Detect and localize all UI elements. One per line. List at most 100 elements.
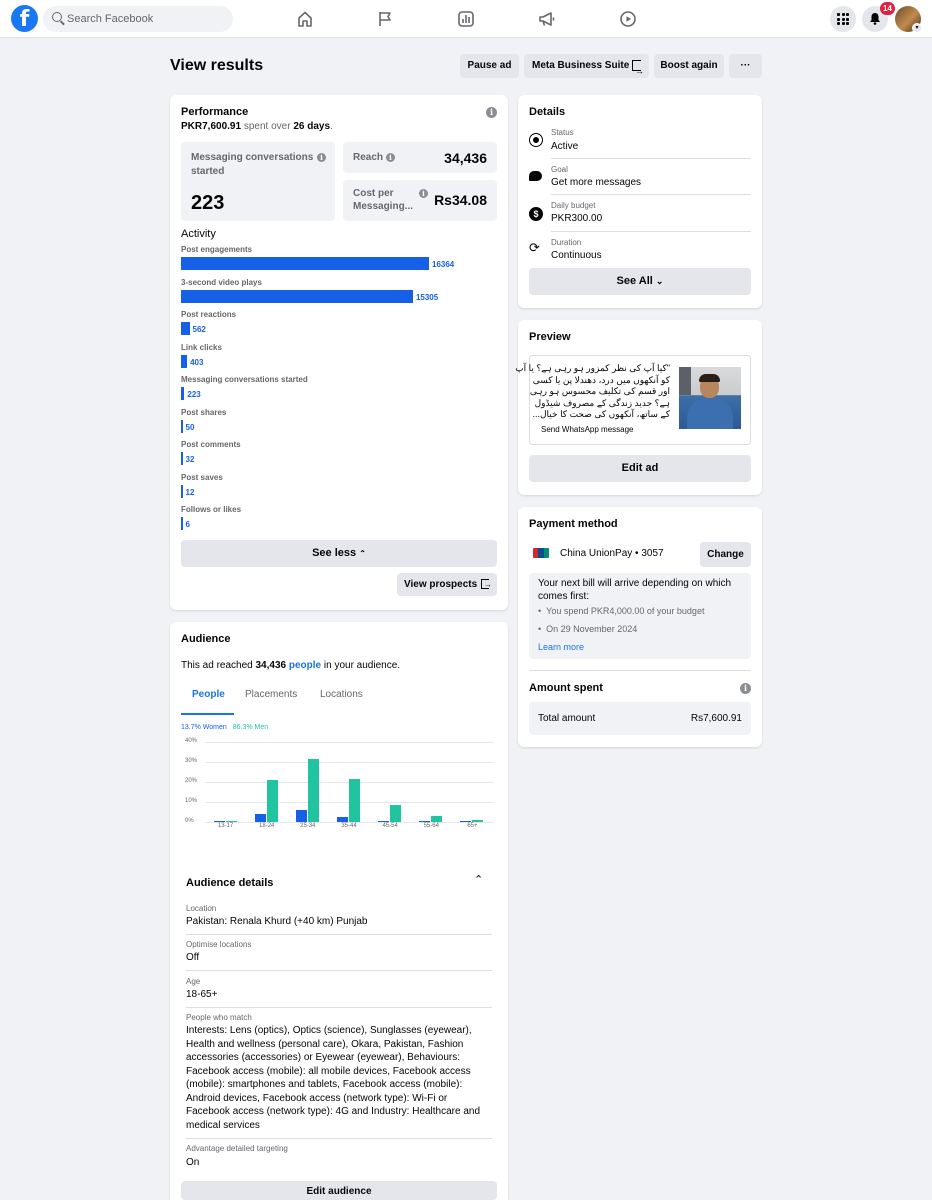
see-all-button[interactable]: See All ⌄ — [529, 268, 751, 295]
facebook-logo-icon[interactable]: f — [11, 5, 38, 32]
chart-bar-men[interactable] — [349, 779, 360, 822]
video-icon[interactable] — [618, 9, 638, 29]
activity-value: 50 — [185, 422, 195, 432]
activity-value: 15305 — [415, 292, 439, 302]
edit-ad-button[interactable]: Edit ad — [529, 455, 751, 482]
preview-title: Preview — [529, 331, 571, 343]
people-who-match-value: Interests: Lens (optics), Optics (scienc… — [186, 1025, 481, 1131]
top-navigation-bar: f 14 ▾ — [0, 0, 932, 38]
bell-icon — [870, 13, 880, 25]
chart-bar-men[interactable] — [266, 780, 278, 822]
x-tick-label: 25-34 — [300, 823, 316, 829]
reach-value: 34,436 — [444, 150, 487, 166]
chevron-down-icon[interactable]: ▾ — [912, 23, 922, 33]
cost-value: Rs34.08 — [434, 192, 487, 208]
status-value: Active — [551, 141, 579, 152]
menu-grid-button[interactable] — [830, 6, 856, 32]
info-icon[interactable]: i — [386, 153, 395, 162]
chart-bar-women[interactable] — [295, 810, 307, 822]
activity-label: Link clicks — [181, 342, 222, 352]
x-tick-label: 35-44 — [341, 823, 357, 829]
people-link[interactable]: people — [289, 660, 321, 671]
x-tick-label: 55-64 — [423, 823, 439, 829]
pause-ad-button[interactable]: Pause ad — [460, 54, 519, 78]
home-icon[interactable] — [295, 9, 315, 29]
ad-text-line: ہے؟ جدید زندگی کے مصروف شیڈول — [534, 397, 670, 408]
advantage-targeting-label: Advantage detailed targeting — [186, 1144, 288, 1153]
reach-metric[interactable]: Reach i 34,436 — [343, 142, 497, 173]
chart-bar-men[interactable] — [307, 759, 319, 822]
chart-bar-women[interactable] — [213, 821, 225, 822]
page-title: View results — [170, 57, 264, 74]
chart-bar-men[interactable] — [390, 805, 402, 822]
performance-title: Performance — [181, 106, 249, 118]
refresh-icon: ⟳ — [529, 241, 540, 256]
chevron-up-icon: ⌃ — [359, 549, 366, 558]
see-less-button[interactable]: See less ⌃ — [181, 540, 497, 567]
chart-bar-men[interactable] — [225, 821, 237, 822]
change-payment-button[interactable]: Change — [700, 542, 751, 567]
chart-bar-men[interactable] — [472, 820, 484, 822]
x-tick-label: 18-24 — [259, 823, 275, 829]
activity-value: 16364 — [432, 260, 455, 269]
amount-spent-title: Amount spent — [529, 682, 603, 694]
activity-bar — [181, 517, 183, 530]
chart-bar-women[interactable] — [378, 820, 390, 822]
activity-bar — [181, 387, 185, 400]
search-input[interactable] — [67, 11, 227, 27]
tab-people[interactable]: People — [192, 689, 225, 700]
ad-preview-box[interactable]: "کیا آپ کی نظر کمزور ہو رہی ہے؟ یا آپ کو … — [515, 355, 751, 445]
activity-bar — [181, 484, 183, 498]
y-tick-label: 20% — [185, 778, 198, 784]
info-icon[interactable]: i — [317, 153, 326, 162]
search-icon — [52, 12, 62, 22]
chart-bar-women[interactable] — [419, 821, 431, 822]
age-value: 18-65+ — [186, 989, 218, 1000]
menu-grid-icon — [837, 13, 849, 25]
ad-thumbnail-image — [679, 367, 741, 429]
chat-bubble-icon — [529, 171, 542, 181]
megaphone-icon[interactable] — [537, 9, 557, 29]
info-icon[interactable]: i — [486, 107, 497, 118]
chart-bar-women[interactable] — [460, 821, 472, 822]
chart-bar-women[interactable] — [337, 817, 348, 822]
learn-more-link[interactable]: Learn more — [538, 642, 584, 652]
info-icon[interactable]: i — [419, 189, 428, 198]
tab-placements[interactable]: Placements — [245, 689, 297, 700]
chart-bar-men[interactable] — [431, 816, 443, 822]
cost-per-messaging-metric[interactable]: Cost per Messaging... i Rs34.08 — [343, 180, 497, 221]
chevron-down-icon: ⌄ — [655, 276, 664, 286]
search-box[interactable] — [43, 6, 233, 32]
view-prospects-button[interactable]: View prospects → — [397, 573, 497, 596]
dollar-coin-icon: $ — [529, 207, 543, 221]
messaging-metric[interactable]: Messaging conversations started i 223 — [181, 142, 335, 221]
activity-value: 403 — [190, 357, 204, 367]
chart-bar-women[interactable] — [254, 814, 266, 822]
legend-men: 86.3% Men — [232, 724, 269, 731]
chevron-up-icon[interactable]: ⌃ — [474, 873, 483, 886]
ad-text-line: اور قسم کی تکلیف محسوس ہو رہی — [529, 386, 670, 396]
activity-value: 223 — [187, 390, 201, 399]
activity-label: Follows or likes — [181, 505, 242, 514]
edit-audience-button[interactable]: Edit audience — [181, 1181, 497, 1200]
flag-icon[interactable] — [375, 9, 395, 29]
chart-icon[interactable] — [456, 9, 476, 29]
meta-business-suite-button[interactable]: Meta Business Suite → — [524, 54, 649, 78]
info-icon[interactable]: i — [740, 683, 751, 694]
daily-budget-value: PKR300.00 — [551, 213, 603, 224]
activity-label: 3-second video plays — [181, 277, 262, 287]
x-tick-label: 13-17 — [217, 823, 234, 829]
status-icon — [529, 133, 543, 147]
more-options-button[interactable]: ··· — [729, 54, 762, 78]
tab-locations[interactable]: Locations — [320, 689, 363, 700]
spent-summary: PKR7,600.91 spent over 26 days. — [181, 121, 333, 132]
details-title: Details — [529, 106, 566, 118]
unionpay-card-icon — [533, 548, 549, 558]
activity-value: 32 — [185, 455, 195, 464]
boost-again-button[interactable]: Boost again — [654, 54, 724, 78]
age-label: Age — [186, 977, 201, 986]
audience-title: Audience — [181, 633, 231, 645]
activity-bar — [181, 257, 429, 270]
audience-details-title: Audience details — [186, 877, 274, 889]
chart-legend: 13.7% Women 86.3% Men — [181, 724, 268, 731]
